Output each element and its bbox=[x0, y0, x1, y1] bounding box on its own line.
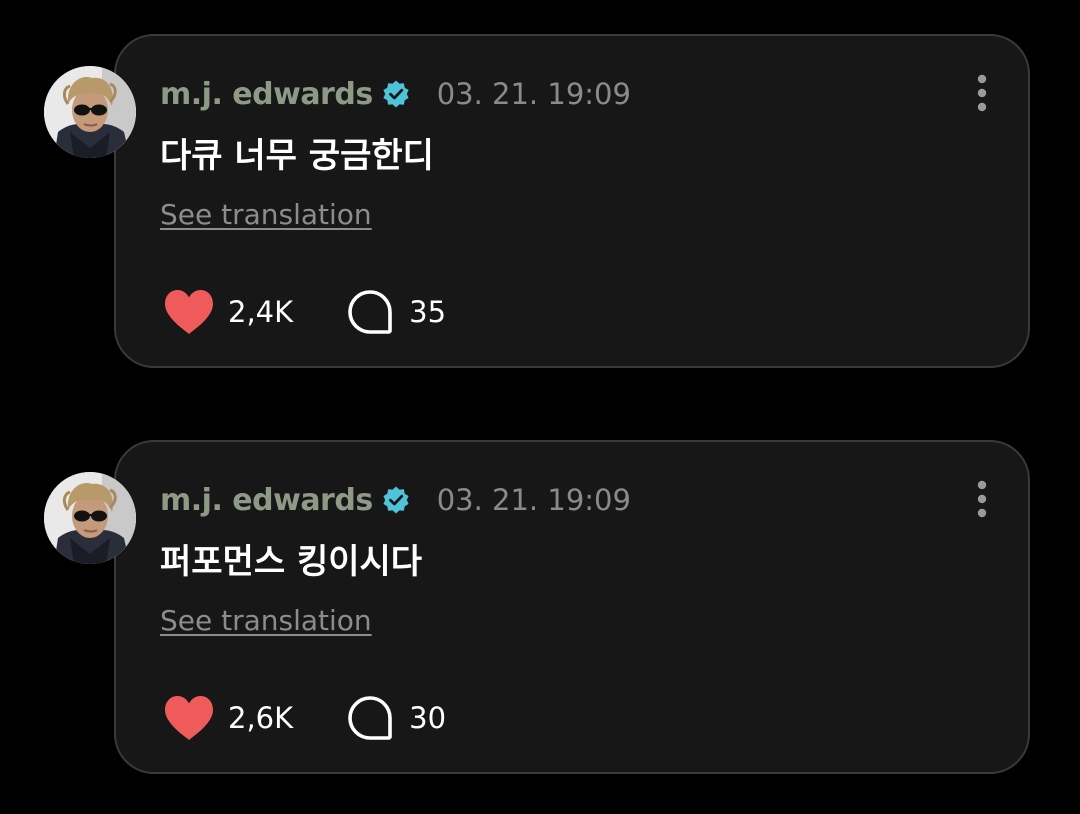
reply-button[interactable]: 30 bbox=[347, 695, 446, 741]
reply-count: 30 bbox=[409, 701, 447, 735]
like-count: 2,4K bbox=[228, 295, 294, 329]
post-actions: 2,6K 30 bbox=[162, 694, 446, 742]
speech-bubble-icon bbox=[348, 290, 392, 334]
heart-icon bbox=[165, 696, 213, 740]
avatar[interactable] bbox=[44, 472, 136, 564]
verified-badge-icon bbox=[383, 486, 409, 514]
username[interactable]: m.j. edwards bbox=[160, 77, 373, 112]
post-actions: 2,4K 35 bbox=[162, 288, 446, 336]
comment-card: m.j. edwards 03. 21. 19:09 다큐 너무 궁금한디 Se… bbox=[114, 34, 1030, 368]
post-header: m.j. edwards 03. 21. 19:09 bbox=[160, 482, 631, 518]
username[interactable]: m.j. edwards bbox=[160, 483, 373, 518]
profile-photo bbox=[44, 66, 136, 158]
verified-badge-icon bbox=[383, 80, 409, 108]
comment-post: m.j. edwards 03. 21. 19:09 다큐 너무 궁금한디 Se… bbox=[0, 32, 1080, 372]
speech-bubble-icon bbox=[348, 696, 392, 740]
reply-button[interactable]: 35 bbox=[347, 289, 446, 335]
timestamp: 03. 21. 19:09 bbox=[436, 483, 631, 517]
comment-post: m.j. edwards 03. 21. 19:09 퍼포먼스 킹이시다 See… bbox=[0, 438, 1080, 778]
like-button[interactable]: 2,4K bbox=[162, 288, 293, 336]
more-vertical-icon[interactable] bbox=[976, 74, 988, 112]
see-translation-link[interactable]: See translation bbox=[160, 604, 372, 637]
timestamp: 03. 21. 19:09 bbox=[436, 77, 631, 111]
comment-text: 퍼포먼스 킹이시다 bbox=[160, 542, 423, 582]
post-header: m.j. edwards 03. 21. 19:09 bbox=[160, 76, 631, 112]
see-translation-link[interactable]: See translation bbox=[160, 198, 372, 231]
like-button[interactable]: 2,6K bbox=[162, 694, 293, 742]
comment-text: 다큐 너무 궁금한디 bbox=[160, 136, 434, 176]
avatar[interactable] bbox=[44, 66, 136, 158]
heart-icon bbox=[165, 290, 213, 334]
more-vertical-icon[interactable] bbox=[976, 480, 988, 518]
like-count: 2,6K bbox=[228, 701, 294, 735]
comment-card: m.j. edwards 03. 21. 19:09 퍼포먼스 킹이시다 See… bbox=[114, 440, 1030, 774]
reply-count: 35 bbox=[409, 295, 447, 329]
profile-photo bbox=[44, 472, 136, 564]
